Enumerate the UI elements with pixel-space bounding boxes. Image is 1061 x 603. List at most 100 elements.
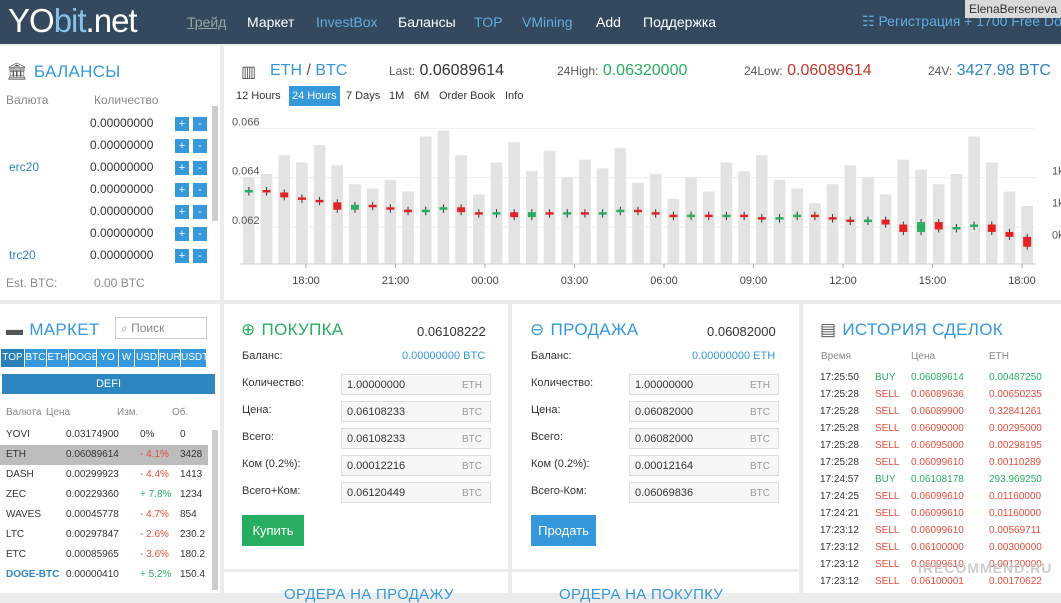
market-tab-usd[interactable]: USD [135,349,159,367]
deposit-button[interactable]: + [175,205,189,219]
candle [368,204,377,208]
trade-amount: 0.00298195 [989,440,1042,451]
market-tab-w[interactable]: W [119,349,135,367]
trade-amount: 0.00650235 [989,389,1042,400]
trade-side: SELL [875,508,900,519]
x-tick-label: 21:00 [382,275,410,287]
sell-field-label: Всего: [531,431,563,443]
candle [722,214,731,218]
range-12-hours[interactable]: 12 Hours [233,86,284,106]
buy-input[interactable]: 0.06108233 BTC [341,401,491,422]
sell-input-value: 0.06082000 [635,433,694,445]
market-tab-btc[interactable]: BTC [25,349,47,367]
deposit-button[interactable]: + [175,227,189,241]
pair-title: ETH / BTC [270,62,348,79]
sell-field-label: Количество: [531,377,594,389]
buy-input[interactable]: 1.00000000 ETH [341,374,491,395]
buy-field-label: Всего: [242,431,274,443]
market-col-volume: Об. [172,407,189,418]
withdraw-button[interactable]: - [193,183,207,197]
range-7-days[interactable]: 7 Days [343,86,383,106]
sell-input[interactable]: 0.06082000 BTC [629,401,779,422]
withdraw-button[interactable]: - [193,227,207,241]
nav-support[interactable]: Поддержка [643,14,716,30]
sell-input[interactable]: 1.00000000 ETH [629,374,779,395]
buy-button[interactable]: Купить [242,515,304,546]
sell-button[interactable]: Продать [531,515,596,546]
trade-time: 17:25:50 [820,372,859,383]
deposit-button[interactable]: + [175,249,189,263]
candle [563,212,572,215]
deposit-button[interactable]: + [175,117,189,131]
market-row[interactable]: ETC 0.00085965 - 3.6% 180.2 [0,545,208,565]
range-24-hours[interactable]: 24 Hours [289,86,340,106]
buy-field-label: Количество: [242,377,305,389]
market-row[interactable]: ZEC 0.00229360 + 7.8% 1234 [0,485,208,505]
volume-bar [685,177,697,264]
market-row[interactable]: DOGE-BTC 0.00000410 + 5.2% 150.4 [0,565,208,585]
market-tab-doge[interactable]: DOGE [69,349,98,367]
range-info[interactable]: Info [502,86,526,106]
sell-balance-value[interactable]: 0.00000000 ETH [692,350,775,362]
withdraw-button[interactable]: - [193,249,207,263]
defi-tab[interactable]: DEFI [2,374,215,394]
market-pair: DOGE-BTC [6,569,60,580]
nav-balances[interactable]: Балансы [398,14,456,30]
market-change: 0% [140,429,155,440]
withdraw-button[interactable]: - [193,117,207,131]
market-row[interactable]: LTC 0.00297847 - 2.6% 230.2 [0,525,208,545]
trade-side: SELL [875,559,900,570]
balances-title: 🏛 БАЛАНСЫ [6,62,121,81]
nav-trade[interactable]: Трейд [187,14,226,30]
market-tab-yo[interactable]: YO [97,349,119,367]
top-nav-bar: YObit.net Трейд Маркет InvestBox Балансы… [0,0,1061,44]
withdraw-button[interactable]: - [193,205,207,219]
volume-bar [472,194,485,264]
trade-price: 0.06090000 [911,423,964,434]
range-6m[interactable]: 6M [411,86,432,106]
price-chart[interactable]: 0.066 0.064 0.062 1k 1k 0k 18:00 21:00 00:00 03:0… [224,108,1061,298]
nav-investbox[interactable]: InvestBox [316,14,377,30]
nav-vmining[interactable]: VMining [522,14,573,30]
market-row[interactable]: WAVES 0.00045778 - 4.7% 854 [0,505,208,525]
deposit-button[interactable]: + [175,161,189,175]
market-icon: ▬ [6,320,24,339]
trade-amount: 0.00110289 [989,457,1042,468]
sell-title: ⊖ ПРОДАЖА [530,320,639,339]
trade-price: 0.06108178 [911,474,964,485]
deposit-button[interactable]: + [175,183,189,197]
nav-top[interactable]: TOP [474,14,503,30]
buy-balance-value[interactable]: 0.00000000 BTC [402,350,485,362]
market-tab-eth[interactable]: ETH [47,349,69,367]
range-1m[interactable]: 1M [386,86,407,106]
yobit-logo[interactable]: YObit.net [8,2,138,40]
trade-time: 17:24:25 [820,491,859,502]
sell-field-label: Ком (0.2%): [531,458,590,470]
deposit-button[interactable]: + [175,139,189,153]
balance-currency: trc20 [6,248,36,262]
market-row[interactable]: DASH 0.00299923 - 4.4% 1413 [0,465,208,485]
candle [634,209,642,213]
nav-add[interactable]: Add [596,14,621,30]
withdraw-button[interactable]: - [193,161,207,175]
trade-side: SELL [875,406,900,417]
trade-time: 17:23:12 [820,559,859,570]
market-tab-rur[interactable]: RUR [159,349,181,367]
balances-scrollbar[interactable] [212,106,218,221]
market-row[interactable]: YOVI 0.03174900 0% 0 [0,425,208,445]
market-scrollbar[interactable] [212,430,218,590]
buy-field-label: Цена: [242,404,272,416]
market-tab-usdt[interactable]: USDT [181,349,208,367]
market-row[interactable]: ETH 0.06089614 - 4.1% 3428 [0,445,208,465]
withdraw-button[interactable]: - [193,139,207,153]
market-pair: ETC [6,549,26,560]
balance-amount: 0.00000000 [90,160,154,174]
trade-row: 17:25:28 SELL 0.06089900 0.32841261 [820,403,1050,420]
nav-market[interactable]: Маркет [247,14,294,30]
market-tab-top[interactable]: TOP [1,349,25,367]
username[interactable]: ElenaBerseneva [964,0,1061,18]
col-amount: Количество [94,93,159,107]
range-order-book[interactable]: Order Book [436,86,498,106]
buy-orders-title: ОРДЕРА НА ПОКУПКУ [559,586,724,603]
market-search-input[interactable]: ⌕ Поиск [115,317,207,339]
